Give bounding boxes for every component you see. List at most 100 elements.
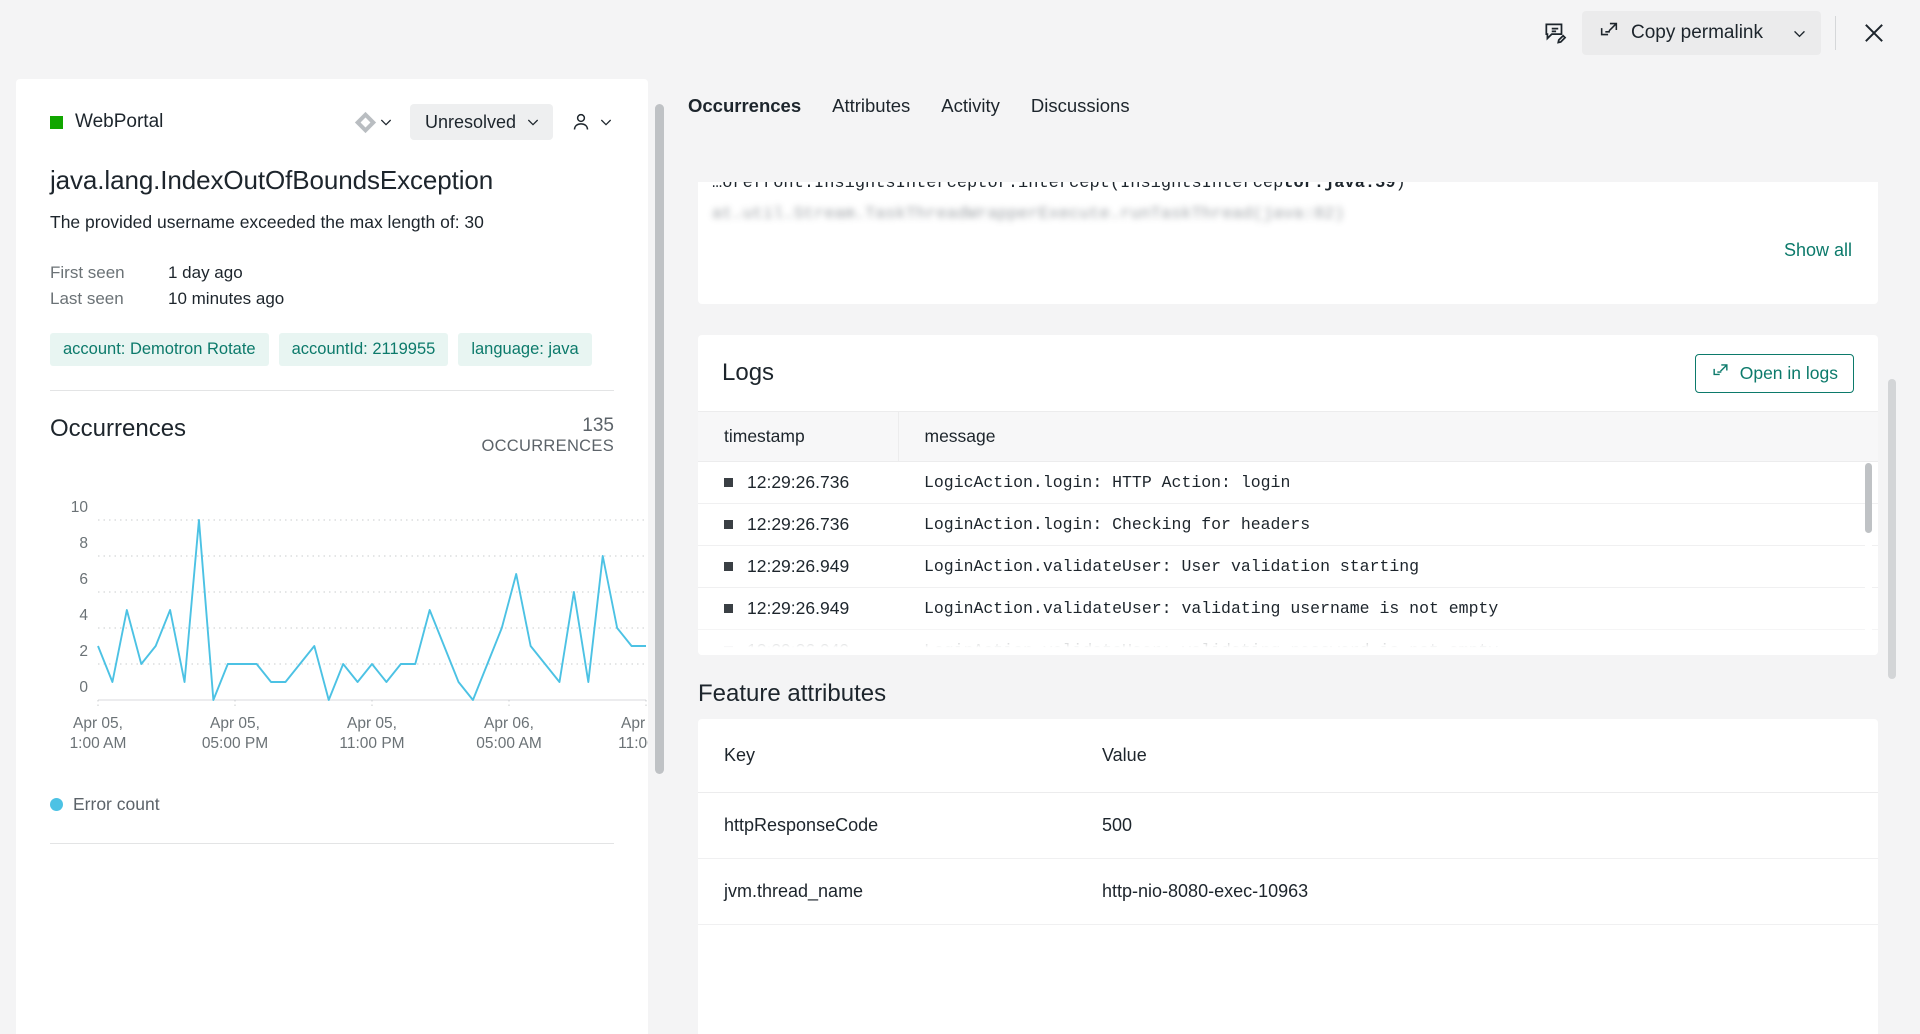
logs-cell-timestamp: 12:29:26.949 <box>698 588 898 630</box>
panel-scrollbar[interactable] <box>655 104 664 774</box>
occurrences-chart[interactable]: 0246810Apr 05,1:00 AMApr 05,05:00 PMApr … <box>50 482 614 772</box>
logs-card: Logs Open in logs timestamp message 12:2… <box>698 335 1878 655</box>
tag-chip[interactable]: language: java <box>458 333 591 366</box>
diamond-icon <box>355 111 376 132</box>
logs-cell-timestamp: 12:29:26.736 <box>698 462 898 504</box>
legend-label: Error count <box>73 794 160 815</box>
open-in-logs-button[interactable]: Open in logs <box>1695 354 1854 393</box>
copy-permalink-button[interactable]: Copy permalink <box>1582 11 1777 55</box>
entity-link[interactable]: WebPortal <box>50 111 163 133</box>
logs-title: Logs <box>722 359 774 387</box>
copy-permalink-label: Copy permalink <box>1631 22 1763 44</box>
permalink-dropdown-caret[interactable] <box>1777 11 1821 55</box>
logs-cell-timestamp: 12:29:26.949 <box>698 630 898 656</box>
tag-chip[interactable]: account: Demotron Rotate <box>50 333 269 366</box>
svg-text:05:00 PM: 05:00 PM <box>202 735 268 752</box>
chevron-down-icon <box>378 114 394 130</box>
first-seen-value: 1 day ago <box>168 263 614 283</box>
logs-cell-timestamp: 12:29:26.736 <box>698 504 898 546</box>
occurrences-line-chart: 0246810Apr 05,1:00 AMApr 05,05:00 PMApr … <box>50 482 648 772</box>
svg-text:Apr 05,: Apr 05, <box>347 715 397 732</box>
logs-row[interactable]: 12:29:26.949LoginAction.validateUser: va… <box>698 630 1878 656</box>
error-tabs-panel: Occurrences Attributes Activity Discussi… <box>668 79 1904 1034</box>
svg-text:Apr 05,: Apr 05, <box>73 715 123 732</box>
logs-row[interactable]: 12:29:26.949LoginAction.validateUser: va… <box>698 588 1878 630</box>
user-icon <box>569 110 593 134</box>
log-level-square <box>724 604 733 613</box>
tab-attributes[interactable]: Attributes <box>832 95 910 126</box>
log-level-square <box>724 562 733 571</box>
svg-text:Apr 06,: Apr 06, <box>621 715 648 732</box>
tab-bar: Occurrences Attributes Activity Discussi… <box>668 79 1904 127</box>
comment-edit-icon[interactable] <box>1534 12 1576 54</box>
svg-text:10: 10 <box>71 499 89 516</box>
chevron-down-icon <box>598 114 614 130</box>
error-message: The provided username exceeded the max l… <box>50 212 614 233</box>
occurrences-count: 135 <box>481 415 614 437</box>
tag-chip[interactable]: accountId: 2119955 <box>279 333 449 366</box>
section-divider <box>50 390 614 391</box>
tag-list: account: Demotron Rotate accountId: 2119… <box>50 333 614 366</box>
tab-occurrences[interactable]: Occurrences <box>688 95 801 126</box>
close-icon[interactable] <box>1852 11 1896 55</box>
feature-cell-value: http-nio-8080-exec-10963 <box>1076 859 1878 925</box>
chart-legend: Error count <box>16 794 648 815</box>
logs-timestamp-text: 12:29:26.736 <box>747 472 849 493</box>
logs-timestamp-text: 12:29:26.949 <box>747 556 849 577</box>
feature-attributes-card: Key Value httpResponseCode500jvm.thread_… <box>698 719 1878 1034</box>
toolbar-divider <box>1835 16 1836 50</box>
svg-text:Apr 05,: Apr 05, <box>210 715 260 732</box>
entity-status-dot <box>50 116 63 129</box>
occurrences-count-label: OCCURRENCES <box>481 437 614 456</box>
tab-activity[interactable]: Activity <box>941 95 1000 126</box>
logs-cell-message: LogicAction.login: HTTP Action: login <box>898 462 1878 504</box>
log-level-square <box>724 646 733 655</box>
svg-text:0: 0 <box>79 679 88 696</box>
right-panel-scrollbar[interactable] <box>1888 379 1896 679</box>
assignee-dropdown[interactable] <box>569 110 614 134</box>
logs-cell-message: LoginAction.validateUser: User validatio… <box>898 546 1878 588</box>
log-level-square <box>724 478 733 487</box>
logs-row[interactable]: 12:29:26.736 LoginAction.login: Checking … <box>698 504 1878 546</box>
external-link-icon <box>1711 361 1730 385</box>
logs-cell-message: LoginAction.login: Checking for headers <box>898 504 1878 546</box>
status-dropdown[interactable]: Unresolved <box>410 104 553 140</box>
svg-text:11:00 PM: 11:00 PM <box>339 735 404 752</box>
logs-header-row: timestamp message <box>698 412 1878 462</box>
open-in-logs-label: Open in logs <box>1740 363 1838 384</box>
logs-timestamp-text: 12:29:26.736 <box>747 514 849 535</box>
last-seen-label: Last seen <box>50 289 168 309</box>
feature-attributes-table: Key Value httpResponseCode500jvm.thread_… <box>698 719 1878 925</box>
top-toolbar: Copy permalink <box>0 0 1920 66</box>
logs-timestamp-text: 12:29:26.949 <box>747 640 849 655</box>
logs-cell-message: LoginAction.validateUser: validating use… <box>898 588 1878 630</box>
logs-header: Logs Open in logs <box>698 335 1878 411</box>
tab-discussions[interactable]: Discussions <box>1031 95 1130 126</box>
logs-scrollbar-thumb[interactable] <box>1865 463 1872 533</box>
status-label: Unresolved <box>425 112 516 133</box>
external-link-icon <box>1598 19 1620 47</box>
show-all-link[interactable]: Show all <box>1784 240 1852 261</box>
svg-text:1:00 AM: 1:00 AM <box>70 735 127 752</box>
feature-row: jvm.thread_namehttp-nio-8080-exec-10963 <box>698 859 1878 925</box>
logs-cell-timestamp: 12:29:26.949 <box>698 546 898 588</box>
error-detail-panel: WebPortal Unresolved java. <box>16 79 648 1034</box>
stack-trace-location: tor.java:39 <box>1283 182 1395 193</box>
priority-selector[interactable] <box>354 110 398 134</box>
seen-metadata: First seen 1 day ago Last seen 10 minute… <box>50 263 614 309</box>
stack-trace-line-blurred: at.util.Stream.TaskThreadWrapperExecute.… <box>698 205 1878 224</box>
logs-table: timestamp message 12:29:26.736 LogicActio… <box>698 411 1878 655</box>
logs-row[interactable]: 12:29:26.736 LogicAction.login: HTTP Acti… <box>698 462 1878 504</box>
occurrences-header: Occurrences 135 OCCURRENCES <box>50 415 614 456</box>
legend-color-dot <box>50 798 63 811</box>
feature-cell-key: httpResponseCode <box>698 793 1076 859</box>
logs-row[interactable]: 12:29:26.949 LoginAction.validateUser: Us… <box>698 546 1878 588</box>
feature-attributes-title: Feature attributes <box>698 680 886 708</box>
first-seen-label: First seen <box>50 263 168 283</box>
panel-header: WebPortal Unresolved <box>50 79 614 139</box>
stack-trace-card: …orefront.InsightsInterceptor.intercept(… <box>698 182 1878 304</box>
log-level-square <box>724 520 733 529</box>
svg-text:8: 8 <box>79 535 88 552</box>
feature-col-key: Key <box>698 719 1076 793</box>
panel-bottom-divider <box>50 843 614 844</box>
